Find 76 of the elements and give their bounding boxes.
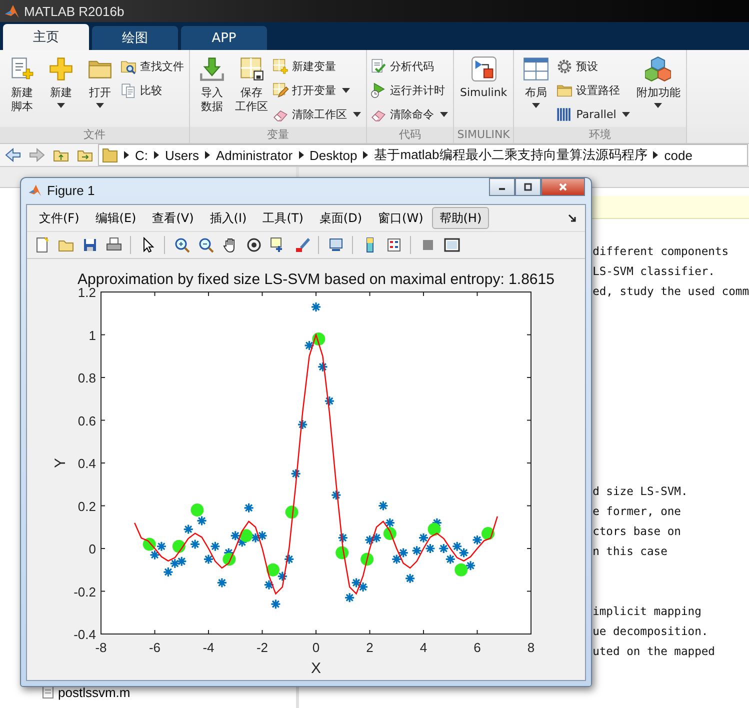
group-label: SIMULINK <box>454 127 514 143</box>
ribbon-button[interactable]: 运行并计时 <box>370 79 450 102</box>
tick-label: 4 <box>420 640 428 655</box>
file-name[interactable]: postlssvm.m <box>58 684 130 700</box>
tick-label: -8 <box>95 640 107 655</box>
ribbon-button[interactable]: 查找文件 <box>120 55 186 78</box>
ribbon-button[interactable]: 打开 <box>81 54 119 127</box>
tick-label: -0.4 <box>74 627 96 642</box>
tick-label: 8 <box>527 640 535 655</box>
tick-label: -6 <box>148 640 161 655</box>
command-output-line: d size LS-SVM. <box>592 484 689 500</box>
menu-item[interactable]: 插入(I) <box>202 207 254 229</box>
ribbon-tab[interactable]: 主页 <box>3 24 89 50</box>
group-label: 文件 <box>0 127 189 143</box>
tick-label: 0.8 <box>78 370 96 386</box>
menu-item[interactable]: 桌面(D) <box>312 207 370 229</box>
ribbon-button[interactable]: 比较 <box>120 79 186 102</box>
ribbon-button[interactable]: 预设 <box>556 55 632 78</box>
ribbon-button[interactable]: 新建 脚本 <box>3 54 41 127</box>
group-label: 变量 <box>190 127 366 143</box>
tick-label: 0.6 <box>78 413 96 428</box>
command-output-line: ue decomposition. <box>592 624 710 640</box>
menu-item[interactable]: 窗口(W) <box>371 207 430 229</box>
breadcrumb-link[interactable]: C: <box>135 148 148 162</box>
group-label: 代码 <box>367 127 453 143</box>
command-output-line: ed, study the used comm <box>592 284 749 300</box>
ribbon-button[interactable]: 导入 数据 <box>193 54 231 127</box>
ribbon-button[interactable]: 打开变量 <box>272 79 363 102</box>
ribbon-button[interactable]: 设置路径 <box>556 79 632 102</box>
tick-label: 1.2 <box>78 285 96 300</box>
ribbon-button[interactable]: 新建变量 <box>272 55 363 78</box>
command-output-line: LS-SVM classifier. <box>592 264 716 280</box>
menu-item[interactable]: 文件(F) <box>32 207 86 229</box>
address-field[interactable]: C: Users Administrator Desktop 基于matlab编程最小二乘支持向量算法源码程序 code <box>98 144 748 166</box>
menu-item[interactable]: 工具(T) <box>256 207 310 229</box>
tick-label: 1 <box>88 328 96 343</box>
command-output-line: implicit mapping <box>592 604 702 620</box>
command-output-line: uted on the mapped <box>592 644 716 660</box>
menu-item[interactable]: 查看(V) <box>145 207 201 229</box>
tick-label: 2 <box>366 640 374 655</box>
breadcrumb-link[interactable]: Desktop <box>310 148 358 162</box>
breadcrumb-link[interactable]: Users <box>165 148 199 162</box>
ribbon-button[interactable]: Simulink <box>457 54 510 127</box>
ribbon-button[interactable]: 新建 <box>42 54 80 127</box>
axis-label: X <box>311 660 321 677</box>
tick-label: -0.2 <box>74 584 96 600</box>
ribbon-button[interactable]: 附加功能 <box>633 54 684 127</box>
ribbon-button[interactable]: 保存 工作区 <box>232 54 271 127</box>
figure-title: Figure 1 <box>47 182 95 198</box>
tick-label: 0.2 <box>78 498 96 514</box>
tick-label: -4 <box>202 640 214 655</box>
command-output-line: different components <box>592 244 730 260</box>
ribbon-button[interactable]: 分析代码 <box>370 55 450 78</box>
command-output-line: e former, one <box>592 504 682 520</box>
breadcrumb-link[interactable]: code <box>664 148 692 162</box>
ribbon-tab[interactable]: 绘图 <box>92 26 178 50</box>
tick-label: -2 <box>256 640 268 655</box>
menu-item[interactable]: 编辑(E) <box>88 207 144 229</box>
chart-title: Approximation by fixed size LS-SVM based on maximal entropy: 1.8615 <box>78 271 554 288</box>
ribbon-button[interactable]: Parallel <box>556 103 632 126</box>
breadcrumb-link[interactable]: 基于matlab编程最小二乘支持向量算法源码程序 <box>374 146 648 164</box>
ribbon-button[interactable]: 清除工作区 <box>272 103 363 126</box>
window-title: MATLAB R2016b <box>24 4 124 18</box>
breadcrumb-link[interactable]: Administrator <box>216 148 293 162</box>
command-output-line: n this case <box>592 544 668 560</box>
ribbon-tab[interactable]: APP <box>181 26 267 50</box>
tick-label: 0.4 <box>78 456 96 471</box>
ribbon-button[interactable]: 清除命令 <box>370 103 450 126</box>
tick-label: 0 <box>312 640 320 655</box>
group-label: 环境 <box>514 127 686 143</box>
command-output-line: ctors base on <box>592 524 682 540</box>
tick-label: 0 <box>88 542 96 556</box>
ribbon-button[interactable]: 布局 <box>517 54 556 127</box>
menu-item[interactable]: 帮助(H) <box>432 207 489 229</box>
axis-label: Y <box>52 458 69 468</box>
tick-label: 6 <box>474 640 481 655</box>
